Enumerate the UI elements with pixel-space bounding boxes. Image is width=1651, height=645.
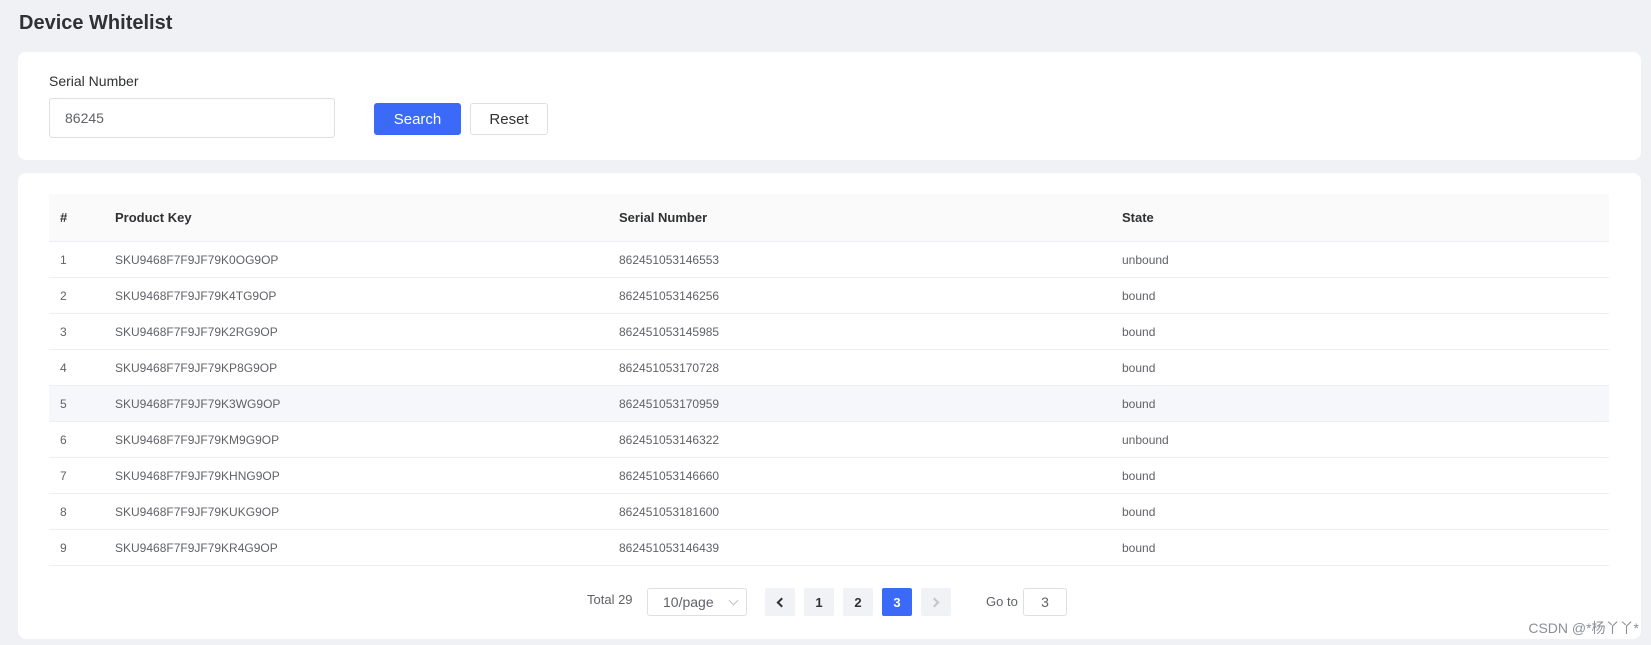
- state-cell: bound: [1122, 504, 1156, 519]
- search-button[interactable]: Search: [374, 103, 461, 135]
- row-index-cell: 2: [60, 288, 67, 303]
- goto-page-input[interactable]: [1023, 588, 1067, 616]
- page-title: Device Whitelist: [19, 12, 173, 34]
- row-index-cell: 4: [60, 360, 67, 375]
- page-button-1[interactable]: 1: [804, 588, 834, 616]
- table-row[interactable]: 1 SKU9468F7F9JF79K0OG9OP 862451053146553 un…: [49, 242, 1609, 278]
- product-key-cell: SKU9468F7F9JF79K2RG9OP: [115, 324, 278, 339]
- table-row[interactable]: 3 SKU9468F7F9JF79K2RG9OP 862451053145985 bo…: [49, 314, 1609, 350]
- product-key-cell: SKU9468F7F9JF79KUKG9OP: [115, 504, 280, 519]
- page-button-3[interactable]: 3: [882, 588, 912, 616]
- product-key-cell: SKU9468F7F9JF79K0OG9OP: [115, 252, 279, 267]
- total-count: Total 29: [587, 592, 633, 607]
- row-index-cell: 6: [60, 432, 67, 447]
- table-body: 1 SKU9468F7F9JF79K0OG9OP 862451053146553 un…: [49, 242, 1609, 566]
- row-index-cell: 8: [60, 504, 67, 519]
- state-cell: bound: [1122, 360, 1156, 375]
- chevron-down-icon: [728, 595, 739, 606]
- watermark: CSDN @*杨丫丫*: [1528, 620, 1639, 636]
- product-key-cell: SKU9468F7F9JF79KHNG9OP: [115, 468, 280, 483]
- product-key-cell: SKU9468F7F9JF79KR4G9OP: [115, 540, 278, 555]
- row-index-cell: 9: [60, 540, 67, 555]
- page-button-2[interactable]: 2: [843, 588, 873, 616]
- serial-number-cell: 862451053146439: [619, 540, 720, 555]
- column-header-index: #: [60, 210, 68, 225]
- chevron-left-icon: [776, 597, 787, 607]
- serial-number-cell: 862451053145985: [619, 324, 720, 339]
- state-cell: bound: [1122, 396, 1156, 411]
- state-cell: unbound: [1122, 432, 1169, 447]
- product-key-cell: SKU9468F7F9JF79K3WG9OP: [115, 396, 281, 411]
- table-row[interactable]: 6 SKU9468F7F9JF79KM9G9OP 862451053146322 un…: [49, 422, 1609, 458]
- serial-number-input[interactable]: [49, 98, 335, 138]
- state-cell: bound: [1122, 288, 1156, 303]
- page-size-value: 10/page: [663, 594, 714, 610]
- column-header-product-key: Product Key: [115, 210, 192, 225]
- state-cell: bound: [1122, 324, 1156, 339]
- serial-number-cell: 862451053146660: [619, 468, 720, 483]
- state-cell: unbound: [1122, 252, 1169, 267]
- serial-number-cell: 862451053170959: [619, 396, 720, 411]
- table-row[interactable]: 9 SKU9468F7F9JF79KR4G9OP 862451053146439 bo…: [49, 530, 1609, 566]
- whitelist-table: # Product Key Serial Number State 1 SKU94…: [49, 194, 1609, 566]
- goto-label: Go to: [986, 594, 1018, 609]
- product-key-cell: SKU9468F7F9JF79KP8G9OP: [115, 360, 278, 375]
- prev-page-button[interactable]: [765, 588, 795, 616]
- row-index-cell: 7: [60, 468, 67, 483]
- serial-number-cell: 862451053146553: [619, 252, 720, 267]
- table-row[interactable]: 7 SKU9468F7F9JF79KHNG9OP 862451053146660 bo…: [49, 458, 1609, 494]
- serial-number-cell: 862451053146322: [619, 432, 720, 447]
- row-index-cell: 5: [60, 396, 67, 411]
- table-row[interactable]: 5 SKU9468F7F9JF79K3WG9OP 862451053170959 bo…: [49, 386, 1609, 422]
- row-index-cell: 3: [60, 324, 67, 339]
- table-row[interactable]: 4 SKU9468F7F9JF79KP8G9OP 862451053170728 bo…: [49, 350, 1609, 386]
- serial-number-label: Serial Number: [49, 73, 139, 89]
- state-cell: bound: [1122, 468, 1156, 483]
- table-row[interactable]: 2 SKU9468F7F9JF79K4TG9OP 862451053146256 bo…: [49, 278, 1609, 314]
- table-row[interactable]: 8 SKU9468F7F9JF79KUKG9OP 862451053181600 bo…: [49, 494, 1609, 530]
- product-key-cell: SKU9468F7F9JF79K4TG9OP: [115, 288, 277, 303]
- column-header-serial-number: Serial Number: [619, 210, 708, 225]
- next-page-button[interactable]: [921, 588, 951, 616]
- table-header: # Product Key Serial Number State: [49, 194, 1609, 242]
- state-cell: bound: [1122, 540, 1156, 555]
- row-index-cell: 1: [60, 252, 67, 267]
- chevron-right-icon: [929, 597, 940, 607]
- page-size-select[interactable]: 10/page: [647, 588, 747, 616]
- reset-button[interactable]: Reset: [470, 103, 548, 135]
- serial-number-cell: 862451053146256: [619, 288, 720, 303]
- search-panel: Serial Number Search Reset: [18, 52, 1641, 160]
- table-panel: # Product Key Serial Number State 1 SKU94…: [18, 173, 1641, 639]
- serial-number-cell: 862451053181600: [619, 504, 720, 519]
- serial-number-cell: 862451053170728: [619, 360, 720, 375]
- column-header-state: State: [1122, 210, 1154, 225]
- product-key-cell: SKU9468F7F9JF79KM9G9OP: [115, 432, 280, 447]
- pagination: Total 29 10/page 1 2 3 Go to: [18, 588, 1641, 616]
